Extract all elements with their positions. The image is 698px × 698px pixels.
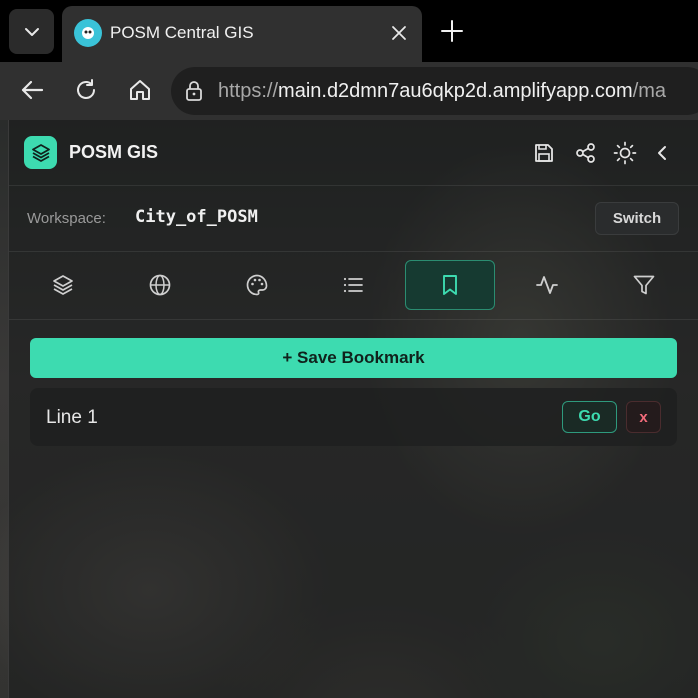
bookmark-icon xyxy=(438,273,462,297)
sun-icon xyxy=(613,141,637,165)
globe-icon xyxy=(148,273,172,297)
share-button[interactable] xyxy=(571,138,601,168)
tab-layers[interactable] xyxy=(18,260,108,310)
plus-icon xyxy=(440,19,464,43)
go-to-bookmark-button[interactable]: Go xyxy=(562,401,617,433)
collapse-panel-button[interactable] xyxy=(648,138,678,168)
theme-toggle-button[interactable] xyxy=(610,138,640,168)
tab-title: POSM Central GIS xyxy=(110,23,254,42)
app-logo xyxy=(24,136,57,169)
palette-icon xyxy=(245,273,269,297)
tab-search-button[interactable] xyxy=(9,9,54,54)
panel-header: POSM GIS xyxy=(9,120,698,186)
browser-toolbar: https://main.d2dmn7au6qkp2d.amplifyapp.c… xyxy=(0,62,698,120)
tab-basemap[interactable] xyxy=(115,260,205,310)
tab-bookmarks[interactable] xyxy=(405,260,495,310)
delete-bookmark-button[interactable]: x xyxy=(626,401,661,433)
address-bar[interactable]: https://main.d2dmn7au6qkp2d.amplifyapp.c… xyxy=(171,67,698,115)
reload-icon xyxy=(74,78,98,102)
filter-icon xyxy=(632,273,656,297)
site-favicon-icon xyxy=(74,19,102,47)
back-button[interactable] xyxy=(14,72,50,108)
layers-icon xyxy=(51,273,75,297)
workspace-label: Workspace: xyxy=(27,210,106,227)
workspace-row: Workspace: City_of_POSM Switch xyxy=(9,186,698,252)
switch-workspace-button[interactable]: Switch xyxy=(595,202,679,235)
new-tab-button[interactable] xyxy=(436,15,468,47)
save-icon xyxy=(533,142,555,164)
activity-icon xyxy=(535,273,559,297)
chevron-left-icon xyxy=(654,144,672,162)
tool-tabs xyxy=(9,252,698,320)
arrow-left-icon xyxy=(19,77,45,103)
url-text: https://main.d2dmn7au6qkp2d.amplifyapp.c… xyxy=(218,80,667,102)
chevron-down-icon xyxy=(22,22,42,42)
reload-button[interactable] xyxy=(68,72,104,108)
app-title: POSM GIS xyxy=(69,142,159,162)
home-icon xyxy=(128,78,152,102)
bookmark-item: Line 1 Go x xyxy=(30,388,677,446)
list-icon xyxy=(341,273,365,297)
tab-style[interactable] xyxy=(212,260,302,310)
map-viewport[interactable]: POSM GIS Workspace: City_of_POSM Switch … xyxy=(0,120,698,698)
close-icon[interactable] xyxy=(386,20,412,46)
tab-activity[interactable] xyxy=(502,260,592,310)
workspace-name: City_of_POSM xyxy=(135,207,258,227)
layers-logo-icon xyxy=(30,142,52,164)
browser-tab-active[interactable]: POSM Central GIS xyxy=(62,6,422,62)
tab-list[interactable] xyxy=(308,260,398,310)
save-bookmark-button[interactable]: + Save Bookmark xyxy=(30,338,677,378)
site-info-icon[interactable] xyxy=(183,80,205,102)
bookmark-name: Line 1 xyxy=(46,407,98,428)
side-panel: POSM GIS Workspace: City_of_POSM Switch … xyxy=(8,120,698,698)
save-button[interactable] xyxy=(529,138,559,168)
home-button[interactable] xyxy=(122,72,158,108)
share-icon xyxy=(575,142,597,164)
browser-tab-bar: POSM Central GIS xyxy=(0,0,698,62)
tab-filter[interactable] xyxy=(599,260,689,310)
